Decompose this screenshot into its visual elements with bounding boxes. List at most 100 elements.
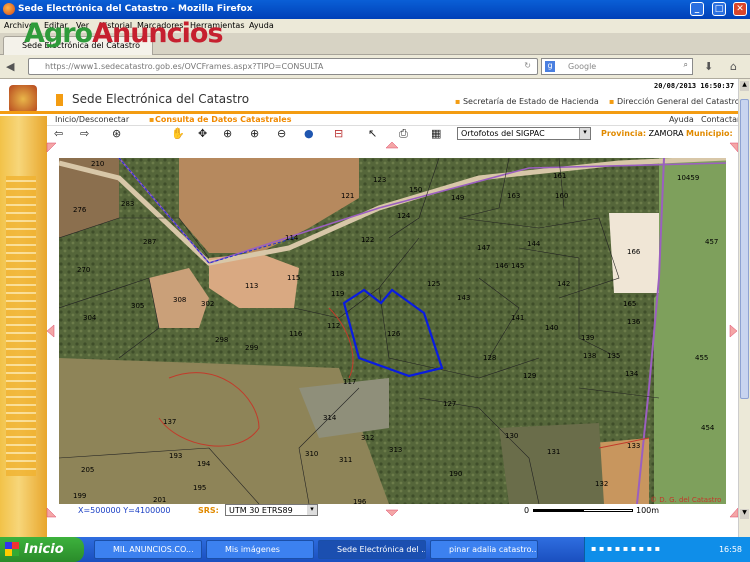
parcel-number: 132 [595, 480, 608, 488]
parcel-number: 114 [285, 234, 299, 242]
srs-select[interactable]: UTM 30 ETRS89 ▾ [225, 504, 318, 516]
scale-bar [533, 509, 633, 512]
start-button[interactable]: Inicio [0, 537, 84, 562]
scroll-up-icon[interactable]: ▲ [740, 81, 749, 91]
parcel-number: 128 [483, 354, 496, 362]
parcel-number: 145 [511, 262, 524, 270]
clock: 16:58 [718, 545, 742, 554]
chevron-down-icon: ▾ [307, 505, 317, 515]
parcel-number: 125 [427, 280, 440, 288]
parcel-number: 457 [705, 238, 718, 246]
parcel-number: 305 [131, 302, 144, 310]
parcel-number: 124 [397, 212, 411, 220]
pan-ne-arrow [729, 142, 739, 153]
parcel-number: 270 [77, 266, 90, 274]
start-label: Inicio [24, 542, 64, 557]
parcel-number: 287 [143, 238, 156, 246]
parcel-number: 308 [173, 296, 186, 304]
page-scrollbar[interactable]: ▲ ▼ [738, 79, 750, 537]
pan-sw-arrow [46, 507, 57, 518]
system-tray: ▪ ▪ ▪ ▪ ▪ ▪ ▪ ▪ ▪ 16:58 [584, 537, 750, 562]
parcel-number: 454 [701, 424, 715, 432]
parcel-number: 161 [553, 172, 566, 180]
parcel-number: 139 [581, 334, 594, 342]
parcel-number: 113 [245, 282, 258, 290]
parcel-number: 127 [443, 400, 456, 408]
parcel-number: 112 [327, 322, 340, 330]
map-svg: 276 210 283 287 270 305 304 308 302 298 299 113 114 1… [59, 158, 726, 504]
parcel-number: 201 [153, 496, 166, 504]
parcel-number: 130 [505, 432, 518, 440]
parcel-number: 299 [245, 344, 258, 352]
parcel-number: 142 [557, 280, 570, 288]
parcel-number: 138 [583, 352, 596, 360]
parcel-number: 116 [289, 330, 303, 338]
parcel-number: 135 [607, 352, 620, 360]
ortho-map[interactable]: 276 210 283 287 270 305 304 308 302 298 299 113 114 1… [59, 158, 726, 504]
task-sede-electronica[interactable]: Sede Electrónica del ... [318, 540, 426, 559]
scale-end: 100m [636, 506, 660, 515]
parcel-number: 117 [343, 378, 356, 386]
task-mis-imagenes[interactable]: Mis imágenes [206, 540, 314, 559]
parcel-number: 131 [547, 448, 560, 456]
parcel-number: 314 [323, 414, 337, 422]
parcel-number: 190 [449, 470, 462, 478]
parcel-number: 137 [163, 418, 176, 426]
parcel-number: 199 [73, 492, 86, 500]
parcel-number: 150 [409, 186, 422, 194]
scroll-down-icon[interactable]: ▼ [740, 509, 749, 519]
parcel-number: 313 [389, 446, 402, 454]
pan-south-arrow [385, 509, 399, 517]
parcel-number: 136 [627, 318, 641, 326]
copyright: © D. G. del Catastro [650, 496, 722, 504]
parcel-number: 126 [387, 330, 401, 338]
parcel-number: 121 [341, 192, 354, 200]
parcel-number: 115 [287, 274, 300, 282]
parcel-number: 311 [339, 456, 352, 464]
parcel-number: 10459 [677, 174, 699, 182]
parcel-number: 195 [193, 484, 206, 492]
parcel-number: 283 [121, 200, 134, 208]
parcel-number: 276 [73, 206, 87, 214]
parcel-number: 455 [695, 354, 708, 362]
parcel-number: 118 [331, 270, 344, 278]
tray-icons: ▪ ▪ ▪ ▪ ▪ ▪ ▪ ▪ ▪ [591, 544, 661, 553]
windows-logo-icon [5, 542, 19, 556]
srs-select-value: UTM 30 ETRS89 [229, 506, 293, 515]
windows-taskbar: Inicio MIL ANUNCIOS.CO... Mis imágenes S… [0, 537, 750, 562]
srs-label: SRS: [198, 506, 219, 515]
parcel-number: 119 [331, 290, 344, 298]
pan-west-arrow [46, 324, 55, 338]
parcel-number: 134 [625, 370, 639, 378]
parcel-number: 298 [215, 336, 228, 344]
parcel-number: 160 [555, 192, 568, 200]
pan-se-arrow [729, 507, 739, 518]
parcel-number: 123 [373, 176, 386, 184]
parcel-number: 149 [451, 194, 464, 202]
parcel-number: 310 [305, 450, 318, 458]
task-milanuncios[interactable]: MIL ANUNCIOS.CO... [94, 540, 202, 559]
parcel-number: 205 [81, 466, 94, 474]
parcel-number: 141 [511, 314, 524, 322]
parcel-number: 129 [523, 372, 536, 380]
parcel-number: 210 [91, 160, 104, 168]
parcel-number: 146 [495, 262, 509, 270]
parcel-number: 163 [507, 192, 520, 200]
pan-north-arrow [385, 141, 399, 149]
parcel-number: 133 [627, 442, 640, 450]
parcel-number: 165 [623, 300, 636, 308]
parcel-number: 147 [477, 244, 490, 252]
parcel-number: 194 [197, 460, 211, 468]
scroll-thumb[interactable] [740, 99, 749, 399]
task-pinar-adalia[interactable]: pinar adalia catastro... [430, 540, 538, 559]
parcel-number: 304 [83, 314, 97, 322]
parcel-number: 140 [545, 324, 558, 332]
pan-east-arrow [729, 324, 738, 338]
parcel-number: 143 [457, 294, 470, 302]
coords-readout: X=500000 Y=4100000 [78, 506, 171, 515]
parcel-number: 302 [201, 300, 214, 308]
parcel-number: 144 [527, 240, 541, 248]
parcel-number: 312 [361, 434, 374, 442]
parcel-number: 166 [627, 248, 641, 256]
pan-nw-arrow [46, 142, 57, 153]
